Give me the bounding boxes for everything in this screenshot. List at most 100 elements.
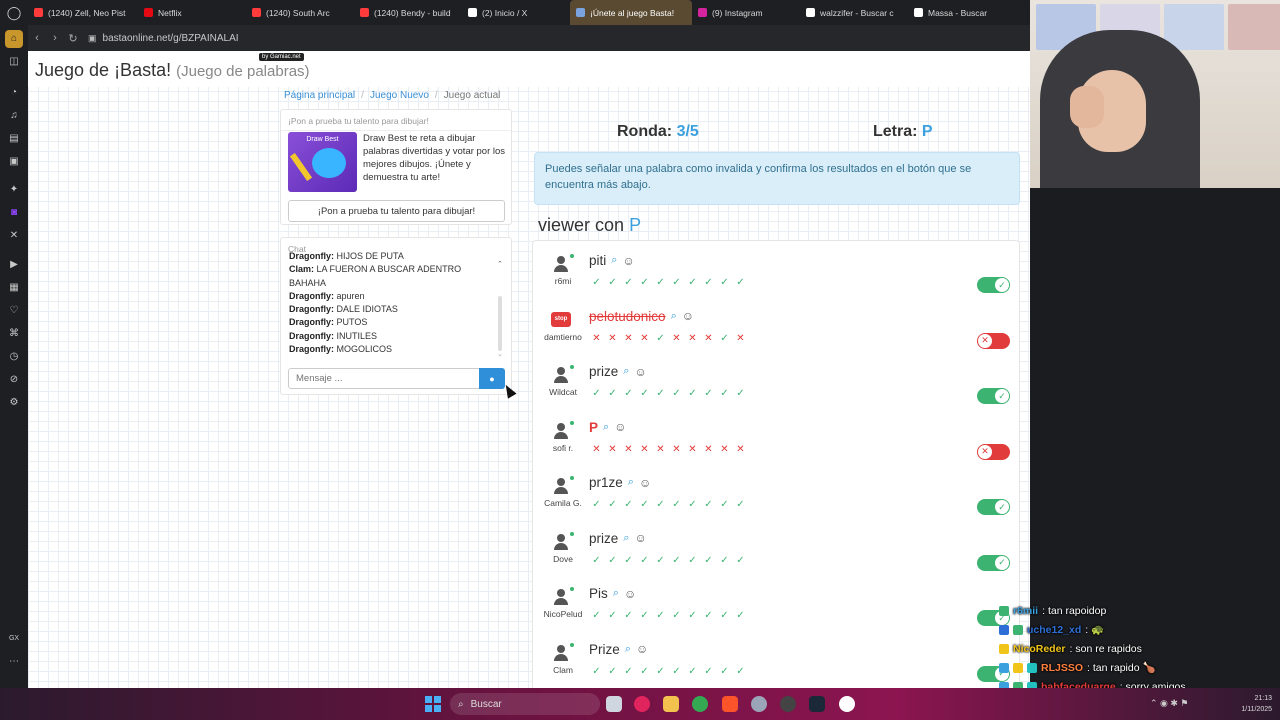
search-icon[interactable]: ⌕ [671, 310, 677, 323]
ccleaner-icon[interactable] [751, 696, 767, 712]
cross-icon: ✕ [640, 332, 649, 344]
steam-icon[interactable] [809, 696, 825, 712]
file-explorer-icon[interactable] [663, 696, 679, 712]
extensions-icon[interactable]: ▦ [5, 278, 23, 296]
browser-tab[interactable]: ¡Únete al juego Basta! [570, 0, 692, 25]
stream-chat-text: : tan rapoidop [1042, 604, 1107, 617]
emoji-react-icon[interactable]: ☺ [614, 420, 626, 434]
forward-icon[interactable]: › [46, 32, 64, 44]
breadcrumb-new-game[interactable]: Juego Nuevo [370, 90, 429, 101]
check-icon: ✓ [720, 277, 729, 288]
check-icon: ✓ [592, 554, 601, 566]
browser-tab[interactable]: (1240) South Arc [246, 0, 354, 25]
check-icon: ✓ [656, 388, 665, 399]
more-icon[interactable]: ⋯ [5, 653, 23, 671]
speed-dial-icon[interactable]: ◔ [5, 83, 23, 101]
gamepad-icon[interactable]: ◫ [5, 53, 23, 71]
search-icon[interactable]: ⌕ [623, 365, 629, 378]
search-icon[interactable]: ⌕ [613, 587, 619, 600]
user-icon [557, 478, 565, 486]
brave-icon[interactable] [722, 696, 738, 712]
emoji-react-icon[interactable]: ☺ [639, 476, 651, 490]
url-field[interactable]: bastaonline.net/g/BZPAINALAI [103, 33, 239, 44]
check-icon: ✓ [672, 610, 681, 621]
task-view-icon[interactable] [606, 696, 622, 712]
download-icon[interactable]: ⊘ [5, 370, 23, 388]
twitch-icon[interactable]: ◙ [5, 204, 23, 222]
send-button[interactable]: ● [479, 368, 505, 389]
emoji-react-icon[interactable]: ☺ [622, 254, 634, 268]
heart-icon[interactable]: ♡ [5, 301, 23, 319]
check-icon: ✓ [624, 388, 633, 399]
draw-best-image[interactable]: Draw Best [288, 132, 357, 192]
browser-tab[interactable]: (9) Instagram [692, 0, 800, 25]
validity-toggle[interactable]: ✓ [977, 499, 1010, 515]
taskbar-search[interactable]: ⌕ Buscar [450, 693, 600, 715]
emoji-react-icon[interactable]: ☺ [634, 365, 646, 379]
opera-logo-icon[interactable]: ◯ [0, 0, 28, 25]
check-icon: ✓ [592, 499, 601, 510]
browser-tab[interactable]: Massa - Buscar [908, 0, 1016, 25]
scroll-thumb[interactable] [498, 296, 502, 351]
search-icon[interactable]: ⌕ [623, 532, 629, 545]
search-icon[interactable]: ⌕ [625, 643, 631, 656]
search-icon[interactable]: ⌕ [611, 254, 617, 267]
emoji-react-icon[interactable]: ☺ [634, 531, 646, 545]
validity-toggle[interactable]: ✓ [977, 554, 1010, 571]
reload-icon[interactable]: ↻ [64, 32, 82, 45]
player-icon[interactable]: ▶ [5, 255, 23, 273]
validity-toggle[interactable]: ✕ [977, 443, 1010, 460]
clock[interactable]: 21:13 1/11/2025 [1222, 693, 1272, 715]
news-icon[interactable]: ▤ [5, 129, 23, 147]
music-icon[interactable]: ♫ [5, 106, 23, 124]
emoji-react-icon[interactable]: ☺ [636, 642, 648, 656]
history-icon[interactable]: ◷ [5, 347, 23, 365]
round-value: 3/5 [676, 123, 699, 140]
bird-icon[interactable]: ✦ [5, 181, 23, 199]
gamiac-badge[interactable]: by Gamiac.net [259, 53, 304, 61]
obs-icon[interactable] [780, 696, 796, 712]
chat-username: Dragonfly: [289, 290, 334, 301]
app-icon[interactable] [839, 696, 855, 712]
back-icon[interactable]: ‹ [28, 32, 46, 44]
gx-icon[interactable]: GX [5, 630, 23, 648]
system-tray[interactable]: ⌃ ◉ ✱ ⚑ [1150, 698, 1189, 709]
search-icon[interactable]: ⌕ [603, 421, 609, 434]
emoji-react-icon[interactable]: ☺ [624, 587, 636, 601]
player-name: damtierno [544, 331, 582, 342]
clock-date: 1/11/2025 [1241, 706, 1272, 713]
browser-tab[interactable]: (1240) Zell, Neo Pist [28, 0, 138, 25]
chat-scrollbar[interactable]: ⌃ ⌄ [497, 260, 503, 360]
chevron-up-icon[interactable]: ⌃ [497, 260, 503, 268]
chat-badge-icon [1013, 624, 1023, 635]
x-icon[interactable]: ✕ [5, 227, 23, 245]
chat-message-input[interactable] [288, 368, 480, 389]
validity-toggle[interactable]: ✓ [977, 388, 1010, 404]
chrome-icon[interactable] [692, 696, 708, 712]
pin-icon[interactable]: ⌘ [5, 324, 23, 342]
streamer-hand [1070, 86, 1104, 128]
stream-chat-text: : son re rapidos [1069, 642, 1142, 655]
user-icon [557, 367, 565, 375]
browser-tab[interactable]: (1240) Bendy - build [354, 0, 462, 25]
breadcrumb-home[interactable]: Página principal [284, 90, 355, 101]
check-icon: ✓ [656, 499, 665, 510]
chat-badge-icon [999, 662, 1009, 673]
messenger-icon[interactable]: ▣ [5, 152, 23, 170]
windows-start-icon[interactable] [425, 696, 441, 712]
promo-button[interactable]: ¡Pon a prueba tu talento para dibujar! [288, 200, 505, 222]
opera-gx-icon[interactable] [634, 696, 650, 712]
settings-icon[interactable]: ⚙ [5, 393, 23, 411]
browser-tab[interactable]: Netflix [138, 0, 246, 25]
address-bar: ‹ › ↻ ▣ bastaonline.net/g/BZPAINALAI [28, 25, 1030, 51]
home-icon[interactable]: ⌂ [5, 29, 23, 48]
browser-tab[interactable]: walzzifer - Buscar c [800, 0, 908, 25]
emoji-react-icon[interactable]: ☺ [682, 309, 694, 323]
browser-tab[interactable]: (2) Inicio / X [462, 0, 570, 25]
search-icon[interactable]: ⌕ [628, 476, 634, 489]
chevron-down-icon[interactable]: ⌄ [497, 350, 503, 358]
validity-toggle[interactable]: ✕ [977, 332, 1010, 349]
validity-toggle[interactable]: ✓ [977, 277, 1010, 293]
check-icon: ✓ [704, 665, 713, 677]
tab-favicon-icon [576, 8, 585, 17]
